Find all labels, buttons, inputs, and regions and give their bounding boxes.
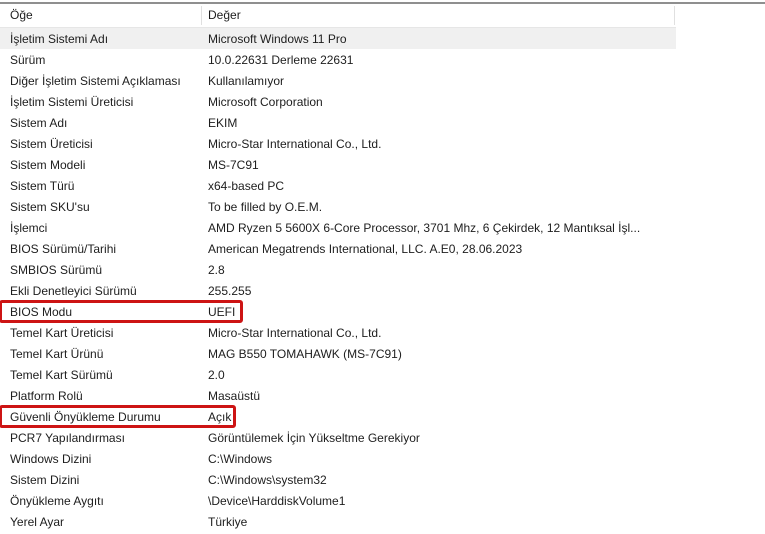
row-label: Temel Kart Ürünü <box>10 346 104 361</box>
column-header-value-label: Değer <box>208 8 241 22</box>
table-row[interactable]: PCR7 Yapılandırması Görüntülemek İçin Yü… <box>0 427 676 448</box>
table-row[interactable]: İşletim Sistemi Adı Microsoft Windows 11… <box>0 28 676 49</box>
table-row[interactable]: Temel Kart Sürümü 2.0 <box>0 364 676 385</box>
row-label: Temel Kart Üreticisi <box>10 325 114 340</box>
table-row[interactable]: Sistem Modeli MS-7C91 <box>0 154 676 175</box>
row-value: Masaüstü <box>208 388 261 403</box>
table-row[interactable]: Temel Kart Üreticisi Micro-Star Internat… <box>0 322 676 343</box>
row-value: Microsoft Windows 11 Pro <box>208 31 347 46</box>
row-label: Sistem Üreticisi <box>10 136 93 151</box>
row-value: Micro-Star International Co., Ltd. <box>208 325 382 340</box>
row-label: Ekli Denetleyici Sürümü <box>10 283 137 298</box>
row-value: MAG B550 TOMAHAWK (MS-7C91) <box>208 346 402 361</box>
table-row[interactable]: BIOS Modu UEFI <box>0 300 676 323</box>
row-value: 255.255 <box>208 283 252 298</box>
table-row[interactable]: İşletim Sistemi Üreticisi Microsoft Corp… <box>0 91 676 112</box>
row-label: Sistem Adı <box>10 115 68 130</box>
table-row[interactable]: Sistem Türü x64-based PC <box>0 175 676 196</box>
row-label: İşletim Sistemi Üreticisi <box>10 94 134 109</box>
row-value: Microsoft Corporation <box>208 94 323 109</box>
row-value: 2.0 <box>208 367 225 382</box>
column-header-item[interactable]: Öğe <box>0 6 202 25</box>
row-value: Kullanılamıyor <box>208 73 285 88</box>
table-row[interactable]: Güvenli Önyükleme Durumu Açık <box>0 405 676 428</box>
column-header-value[interactable]: Değer <box>202 6 675 25</box>
row-label: Sistem Modeli <box>10 157 86 172</box>
row-label: Sistem Türü <box>10 178 75 193</box>
row-label: Diğer İşletim Sistemi Açıklaması <box>10 73 181 88</box>
row-value: Görüntülemek İçin Yükseltme Gerekiyor <box>208 430 420 445</box>
row-label: Temel Kart Sürümü <box>10 367 113 382</box>
table-row[interactable]: Windows Dizini C:\Windows <box>0 448 676 469</box>
row-label: Sürüm <box>10 52 46 67</box>
row-value: C:\Windows\system32 <box>208 472 327 487</box>
row-label: Önyükleme Aygıtı <box>10 493 104 508</box>
row-value: EKIM <box>208 115 238 130</box>
row-value: MS-7C91 <box>208 157 259 172</box>
row-label: Platform Rolü <box>10 388 83 403</box>
table-row[interactable]: Ekli Denetleyici Sürümü 255.255 <box>0 280 676 301</box>
table-header: Öğe Değer <box>0 4 676 28</box>
row-value: American Megatrends International, LLC. … <box>208 241 523 256</box>
system-info-pane: Öğe Değer İşletim Sistemi Adı Microsoft … <box>0 0 765 534</box>
table-row[interactable]: Sürüm 10.0.22631 Derleme 22631 <box>0 49 676 70</box>
table-row[interactable]: Temel Kart Ürünü MAG B550 TOMAHAWK (MS-7… <box>0 343 676 364</box>
row-value: AMD Ryzen 5 5600X 6-Core Processor, 3701… <box>208 220 641 235</box>
row-value: 2.8 <box>208 262 225 277</box>
row-label: Güvenli Önyükleme Durumu <box>10 409 161 424</box>
row-value: Açık <box>208 409 232 424</box>
row-value: UEFI <box>208 304 236 319</box>
row-label: İşletim Sistemi Adı <box>10 31 109 46</box>
table-row[interactable]: Sistem Üreticisi Micro-Star Internationa… <box>0 133 676 154</box>
table-row[interactable]: SMBIOS Sürümü 2.8 <box>0 259 676 280</box>
table-row[interactable]: İşlemci AMD Ryzen 5 5600X 6-Core Process… <box>0 217 676 238</box>
row-value: 10.0.22631 Derleme 22631 <box>208 52 354 67</box>
table-body: İşletim Sistemi Adı Microsoft Windows 11… <box>0 28 676 532</box>
table-row[interactable]: Sistem Adı EKIM <box>0 112 676 133</box>
row-value: Türkiye <box>208 514 248 529</box>
table-row[interactable]: Platform Rolü Masaüstü <box>0 385 676 406</box>
row-value: \Device\HarddiskVolume1 <box>208 493 346 508</box>
table-row[interactable]: Sistem Dizini C:\Windows\system32 <box>0 469 676 490</box>
table-row[interactable]: BIOS Sürümü/Tarihi American Megatrends I… <box>0 238 676 259</box>
row-value: Micro-Star International Co., Ltd. <box>208 136 382 151</box>
table-row[interactable]: Sistem SKU'su To be filled by O.E.M. <box>0 196 676 217</box>
row-label: Sistem Dizini <box>10 472 80 487</box>
row-label: Sistem SKU'su <box>10 199 90 214</box>
row-label: Windows Dizini <box>10 451 92 466</box>
row-label: PCR7 Yapılandırması <box>10 430 125 445</box>
row-value: C:\Windows <box>208 451 273 466</box>
row-label: İşlemci <box>10 220 48 235</box>
table-row[interactable]: Diğer İşletim Sistemi Açıklaması Kullanı… <box>0 70 676 91</box>
row-value: x64-based PC <box>208 178 285 193</box>
row-label: Yerel Ayar <box>10 514 65 529</box>
row-value: To be filled by O.E.M. <box>208 199 323 214</box>
table-row[interactable]: Önyükleme Aygıtı \Device\HarddiskVolume1 <box>0 490 676 511</box>
table-row[interactable]: Yerel Ayar Türkiye <box>0 511 676 532</box>
row-label: BIOS Sürümü/Tarihi <box>10 241 117 256</box>
row-label: SMBIOS Sürümü <box>10 262 103 277</box>
row-label: BIOS Modu <box>10 304 73 319</box>
column-header-item-label: Öğe <box>10 8 33 22</box>
